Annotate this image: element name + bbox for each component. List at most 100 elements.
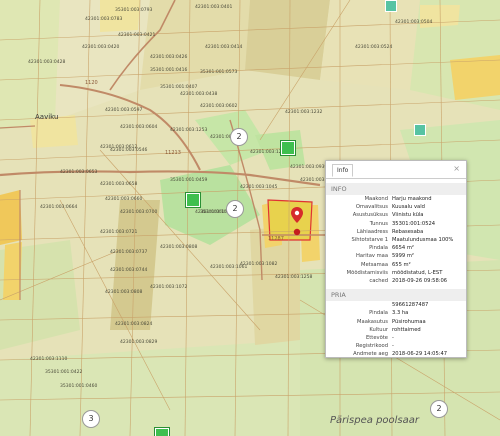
parcel-id-label: 42301:003:0824 <box>115 322 153 327</box>
parcel-id-label: 42301:003:1110 <box>30 357 68 362</box>
info-row: Maakond Harju maakond <box>326 195 466 203</box>
parcel-id-label: 42301:003:0700 <box>120 210 158 215</box>
field-marker[interactable] <box>155 428 169 436</box>
field-marker[interactable] <box>186 193 200 207</box>
info-rows: Maakond Harju maakond Omavalitsus Kuusalu v… <box>326 195 466 285</box>
info-row-key: Kultuur <box>369 326 388 333</box>
parcel-id-label: 42301:003:0660 <box>105 197 143 202</box>
info-row-value: 59661287487 <box>392 302 429 309</box>
parcel-id-label: 42301:003:0658 <box>100 182 138 187</box>
parcel-id-label: 42301:003:0602 <box>200 104 238 109</box>
info-row: Tunnus 35301:001:0524 <box>326 220 466 228</box>
info-row: Registrikood - <box>326 342 466 350</box>
location-pin-icon[interactable] <box>291 207 303 237</box>
pria-rows: 59661287487 Pindala 3.3 ha Maakasutus Püsiro… <box>326 301 466 358</box>
parcel-id-label: 42301:003:0426 <box>150 55 188 60</box>
info-row: Sihtotstarve 1 Maatulundusmaa 100% <box>326 236 466 244</box>
parcel-id-label: 42301:003:1232 <box>285 110 323 115</box>
info-row-value: - <box>392 343 394 350</box>
parcel-id-label: 42301:003:0420 <box>82 45 120 50</box>
info-row-value: 5999 m² <box>392 253 414 260</box>
parcel-id-label: 35301:001:0422 <box>45 370 83 375</box>
info-row-key: Omavalitsus <box>355 204 388 211</box>
info-row-key <box>330 301 392 309</box>
field-marker[interactable] <box>385 0 397 12</box>
section-info-header: INFO <box>326 183 466 195</box>
parcel-id-label: 42301:003:0808 <box>105 290 143 295</box>
parcel-id-label: 42301:003:1258 <box>275 275 313 280</box>
info-row-value: Maatulundusmaa 100% <box>392 237 454 244</box>
info-row-key: Andmete aeg <box>353 351 388 358</box>
info-row-key: Haritav maa <box>356 253 388 260</box>
info-row-value: Harju maakond <box>392 196 432 202</box>
info-row-value: 2018-06-29 14:05:47 <box>392 351 448 358</box>
parcel-id-label: 35301:001:0459 <box>170 178 208 183</box>
parcel-id-label: 42301:003:0604 <box>120 125 158 130</box>
parcel-id-label: 42301:003:0524 <box>355 45 393 50</box>
parcel-id-label: 35301:001:0416 <box>150 68 188 73</box>
info-row: Maakasutus Püsirohumaa <box>326 318 466 326</box>
parcel-id-label: 42301:003:0597 <box>105 108 143 113</box>
section-pria-header: PRIA <box>326 289 466 302</box>
info-row-key: Registrikood <box>355 343 388 350</box>
info-panel: Info × INFO Maakond Harju maakond Omavalit… <box>325 160 467 358</box>
info-row-key: Tunnus <box>369 220 388 227</box>
cluster-marker[interactable]: 2 <box>230 128 248 146</box>
parcel-id-label: 42301:003:0546 <box>110 148 148 153</box>
cluster-marker[interactable]: 2 <box>226 200 244 218</box>
parcel-id-label: 42301:003:0428 <box>28 60 66 65</box>
info-row-key: Ettevõte <box>365 335 388 342</box>
info-row-key: Asustusüksus <box>352 212 388 219</box>
info-row-key: Pindala <box>369 245 388 252</box>
road-label: 11287 <box>268 236 284 242</box>
info-row-key: Mõõdistamisviis <box>346 269 388 276</box>
info-row: Haritav maa 5999 m² <box>326 252 466 260</box>
info-row-value: mõõdistatud, L-EST <box>392 269 443 276</box>
info-row: Ettevõte - <box>326 334 466 342</box>
village-label: Aaviku <box>35 113 59 121</box>
parcel-id-label: 42301:003:1082 <box>240 262 278 267</box>
parcel-id-label: 42301:003:0939 <box>290 165 328 170</box>
parcel-id-label: 42301:003:0808 <box>160 245 198 250</box>
map-canvas[interactable]: 42301:003:0401 42301:003:0414 35301:003:07… <box>0 0 500 436</box>
info-row-key: cached <box>369 278 388 285</box>
info-row-key: Pindala <box>369 310 388 317</box>
parcel-id-label: 42301:003:0737 <box>110 250 148 255</box>
cluster-marker[interactable]: 2 <box>430 400 448 418</box>
info-row-key: Maakond <box>364 196 388 202</box>
info-row: cached 2018-09-26 09:58:06 <box>326 277 466 285</box>
field-marker[interactable] <box>414 124 426 136</box>
info-row: Metsamaa 655 m² <box>326 261 466 269</box>
cluster-marker[interactable]: 3 <box>82 410 100 428</box>
info-row: 59661287487 <box>326 301 466 309</box>
parcel-id-label: 42301:003:0829 <box>120 340 158 345</box>
parcel-id-label: 42301:003:0421 <box>118 33 156 38</box>
parcel-id-label: 42301:003:0653 <box>60 170 98 175</box>
parcel-id-label: 42301:003:0664 <box>40 205 78 210</box>
parcel-id-label: 42301:003:1045 <box>240 185 278 190</box>
info-row-key: Metsamaa <box>361 261 388 268</box>
info-row-value: Viinistu küla <box>392 212 424 219</box>
parcel-id-label: 42301:003:0721 <box>100 230 138 235</box>
info-row: Lähiaadress Rebasesaba <box>326 228 466 236</box>
parcel-id-label: 42301:003:0401 <box>195 5 233 10</box>
info-row: Pindala 6654 m² <box>326 244 466 252</box>
close-icon[interactable]: × <box>453 164 460 173</box>
parcel-id-label: 42301:003:1253 <box>170 128 208 133</box>
info-row: Kultuur rohttaimed <box>326 326 466 334</box>
tab-info[interactable]: Info <box>332 164 354 177</box>
road-label: 11213 <box>165 150 181 156</box>
parcel-id-label: 42301:003:0744 <box>110 268 148 273</box>
parcel-id-label: 35301:001:0407 <box>160 85 198 90</box>
info-row-value: - <box>392 335 394 342</box>
info-row: Mõõdistamisviis mõõdistatud, L-EST <box>326 269 466 277</box>
info-row-value: 6654 m² <box>392 245 414 252</box>
info-row: Pindala 3.3 ha <box>326 309 466 317</box>
info-row-value: 3.3 ha <box>392 310 409 317</box>
road-label: 1120 <box>85 80 98 86</box>
info-row-value: Kuusalu vald <box>392 204 425 211</box>
info-row-value: 35301:001:0524 <box>392 220 436 227</box>
field-marker[interactable] <box>281 141 295 155</box>
parcel-id-label: 35301:001:0460 <box>60 384 98 389</box>
parcel-id-label: 42301:003:0414 <box>205 45 243 50</box>
